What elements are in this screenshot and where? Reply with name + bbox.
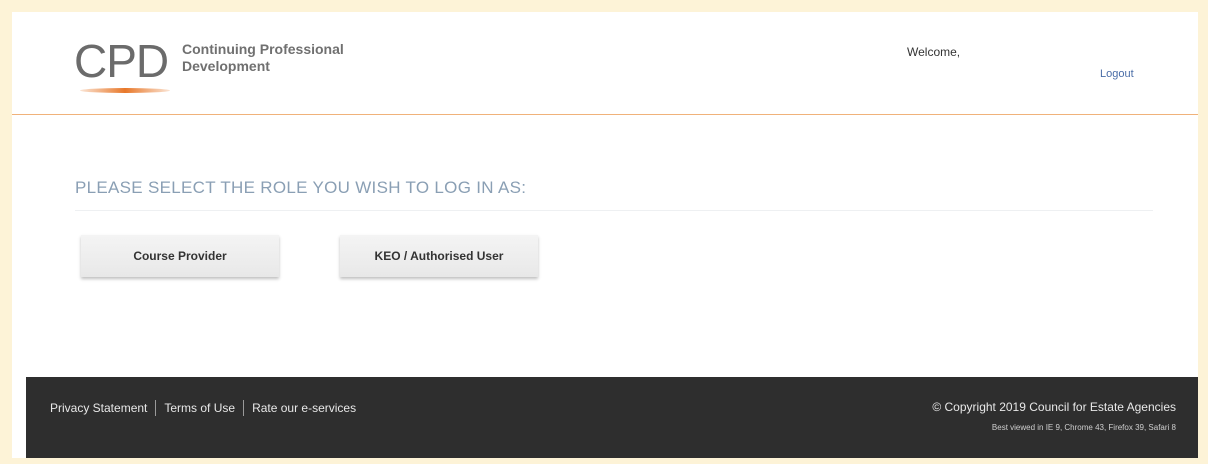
logo-text: Continuing Professional Development [182,41,344,75]
site-footer: Privacy Statement Terms of Use Rate our … [26,377,1198,458]
terms-of-use-link[interactable]: Terms of Use [164,401,235,415]
logo-swoosh [80,88,170,93]
logo-line-1: Continuing Professional [182,41,344,57]
page-title: PLEASE SELECT THE ROLE YOU WISH TO LOG I… [75,178,527,197]
cpd-logo: CPD Continuing Professional Development [74,38,394,108]
main-content: PLEASE SELECT THE ROLE YOU WISH TO LOG I… [12,116,1198,377]
privacy-statement-link[interactable]: Privacy Statement [50,401,147,415]
welcome-text: Welcome, [907,45,961,59]
logo-line-2: Development [182,58,270,74]
footer-separator [243,400,245,416]
copyright-text: © Copyright 2019 Council for Estate Agen… [932,400,1176,414]
footer-links: Privacy Statement Terms of Use Rate our … [50,400,356,416]
course-provider-button[interactable]: Course Provider [81,235,279,277]
rate-e-services-link[interactable]: Rate our e-services [252,401,356,415]
footer-separator [155,400,157,416]
browser-support-text: Best viewed in IE 9, Chrome 43, Firefox … [991,423,1176,432]
keo-authorised-user-button[interactable]: KEO / Authorised User [340,235,538,277]
site-header: CPD Continuing Professional Development … [12,12,1198,115]
logo-mark: CPD [74,35,169,87]
page-frame: CPD Continuing Professional Development … [12,12,1198,458]
title-divider [75,210,1153,211]
logout-link[interactable]: Logout [1100,68,1134,80]
